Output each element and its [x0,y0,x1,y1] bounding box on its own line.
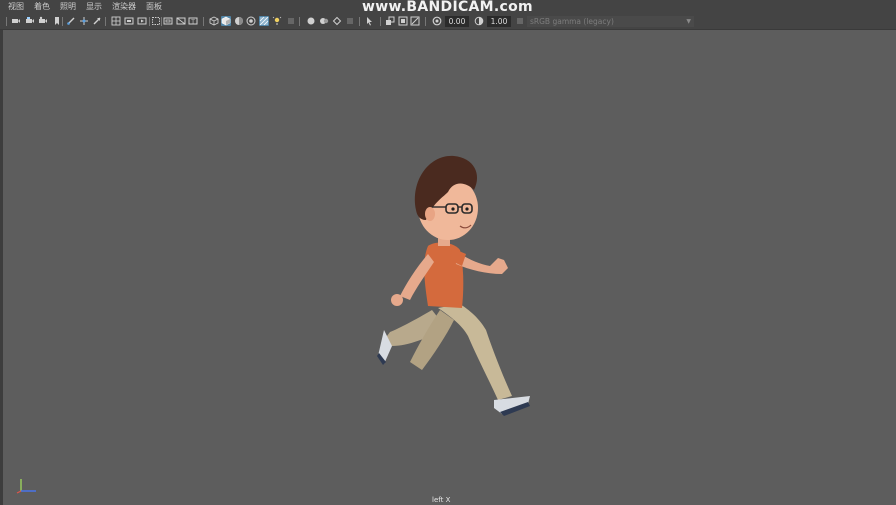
toolbar-separator [299,17,300,26]
field-chart-icon[interactable] [163,16,173,26]
2d-pan-zoom-icon[interactable] [92,16,102,26]
pivot-icon[interactable] [79,16,89,26]
depth-of-field-icon[interactable] [332,16,342,26]
smooth-shade-icon[interactable] [221,16,231,26]
grease-pencil-icon[interactable] [66,16,76,26]
use-lights-icon[interactable] [259,16,269,26]
toolbar-separator [62,17,63,26]
view-transform-value: sRGB gamma (legacy) [530,17,614,26]
exposure-field[interactable]: 0.00 [445,16,469,27]
film-gate-icon[interactable] [124,16,134,26]
menu-view[interactable]: 视图 [8,0,24,14]
toolbar-separator [359,17,360,26]
xray-icon[interactable] [364,16,374,26]
view-axis-gizmo [16,479,36,494]
toolbar-separator [149,17,150,26]
menu-renderer[interactable]: 渲染器 [112,0,136,14]
camera-attributes-icon[interactable] [25,16,35,26]
gamma-icon[interactable] [474,16,484,26]
chevron-down-icon: ▼ [686,18,691,25]
color-management-icon[interactable] [515,16,525,26]
bookmark-icon[interactable] [38,16,48,26]
exposure-icon[interactable] [432,16,442,26]
shadows-icon[interactable] [272,16,282,26]
toolbar-separator [380,17,381,26]
grid-icon[interactable] [111,16,121,26]
panel-toolbar: T 0.00 1.00 sRGB gamma (legacy) ▼ [0,14,896,30]
toolbar-separator [161,17,162,26]
xray-components-icon[interactable] [398,16,408,26]
menu-panels[interactable]: 面板 [146,0,162,14]
screen-space-ao-icon[interactable] [286,16,296,26]
view-transform-dropdown[interactable]: sRGB gamma (legacy) ▼ [527,16,694,27]
running-boy-character-model[interactable] [370,150,540,425]
toolbar-separator [203,17,204,26]
view-transform-icon[interactable] [410,16,420,26]
xray-joints-icon[interactable] [385,16,395,26]
safe-title-icon[interactable]: T [188,16,198,26]
bandicam-watermark: www.BANDICAM.com [362,0,533,15]
safe-action-icon[interactable] [176,16,186,26]
toolbar-separator [105,17,106,26]
select-camera-icon[interactable] [11,16,21,26]
wireframe-icon[interactable] [209,16,219,26]
default-material-icon[interactable] [234,16,244,26]
menu-shading[interactable]: 着色 [34,0,50,14]
menu-show[interactable]: 显示 [86,0,102,14]
camera-name-label: left X [432,496,451,504]
gate-mask-icon[interactable] [151,16,161,26]
isolate-select-icon[interactable] [345,16,355,26]
maya-viewport-window: 视图 着色 照明 显示 渲染器 面板 www.BANDICAM.com T 0.… [0,0,896,505]
svg-text:T: T [190,19,195,25]
anti-aliasing-icon[interactable] [319,16,329,26]
motion-blur-icon[interactable] [306,16,316,26]
resolution-gate-icon[interactable] [137,16,147,26]
toolbar-separator [6,17,7,26]
textured-icon[interactable] [246,16,256,26]
menu-lighting[interactable]: 照明 [60,0,76,14]
toolbar-separator [425,17,426,26]
image-plane-icon[interactable] [52,16,62,26]
gamma-field[interactable]: 1.00 [487,16,511,27]
